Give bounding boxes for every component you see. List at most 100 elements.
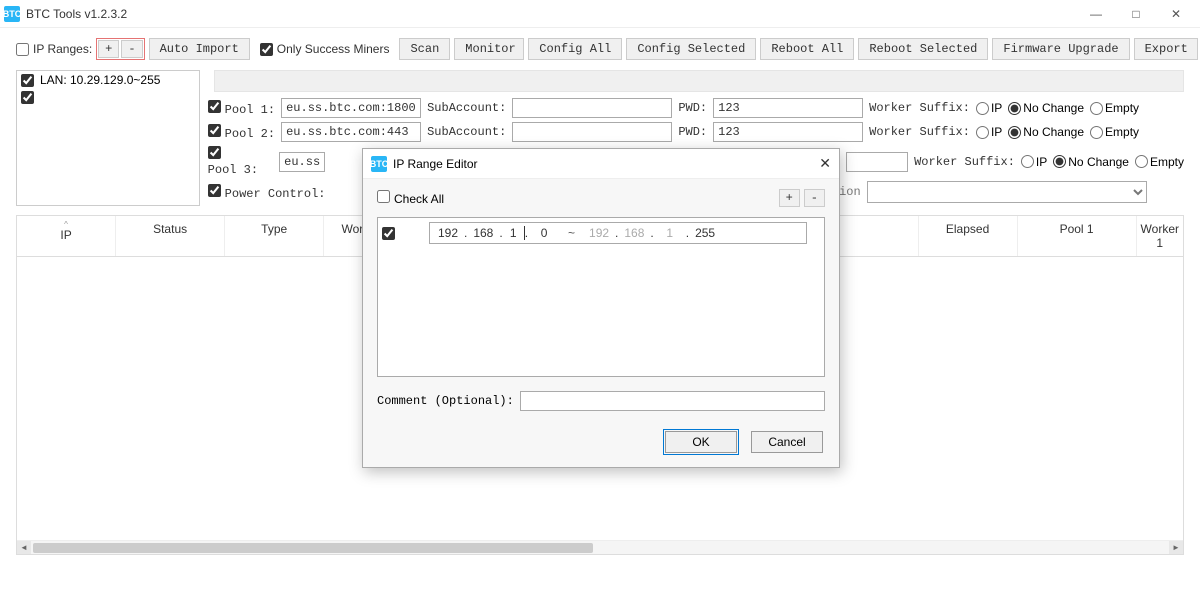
pool-row: Pool 2: SubAccount: PWD: Worker Suffix: … (208, 122, 1184, 142)
scroll-right-icon[interactable]: ► (1169, 541, 1183, 555)
range-entry-checkbox[interactable] (382, 227, 395, 240)
col-label: Type (261, 222, 287, 236)
ok-button[interactable]: OK (665, 431, 737, 453)
only-success-label: Only Success Miners (277, 42, 390, 56)
minimize-button[interactable]: — (1076, 0, 1116, 28)
horizontal-scrollbar[interactable]: ◄ ► (17, 540, 1183, 554)
status-bar (214, 70, 1184, 92)
dialog-titlebar: BTC IP Range Editor ✕ (363, 149, 839, 179)
auto-import-button[interactable]: Auto Import (149, 38, 250, 60)
col-label: Elapsed (946, 222, 989, 236)
col-worker1[interactable]: Worker 1 (1137, 216, 1183, 256)
radio-ip[interactable]: IP (976, 101, 1002, 115)
ip-from-oct-3[interactable] (503, 226, 525, 240)
pool1-checkbox[interactable]: Pool 1: (208, 100, 275, 117)
radio-label: No Change (1023, 101, 1084, 115)
reboot-all-button[interactable]: Reboot All (760, 38, 854, 60)
pool-label: Pool 3: (208, 163, 258, 177)
app-title: BTC Tools v1.2.3.2 (26, 7, 127, 21)
radio-no-change[interactable]: No Change (1008, 125, 1084, 139)
radio-no-change[interactable]: No Change (1008, 101, 1084, 115)
pool2-url-input[interactable] (281, 122, 421, 142)
pool3-checkbox[interactable]: Pool 3: (208, 146, 273, 177)
list-item-label: LAN: 10.29.129.0~255 (40, 73, 160, 87)
radio-label: Empty (1150, 155, 1184, 169)
ip-range-input[interactable]: . . . ~ . . . (429, 222, 807, 244)
maximize-button[interactable]: □ (1116, 0, 1156, 28)
pool1-url-input[interactable] (281, 98, 421, 118)
titlebar: BTC BTC Tools v1.2.3.2 — □ ✕ (0, 0, 1200, 28)
list-item-checkbox[interactable] (21, 74, 34, 87)
scan-button[interactable]: Scan (399, 38, 450, 60)
list-item-checkbox[interactable] (21, 91, 34, 104)
comment-input[interactable] (520, 391, 825, 411)
ip-ranges-checkbox[interactable]: IP Ranges: (16, 42, 92, 56)
col-label: Status (153, 222, 187, 236)
option-select[interactable] (867, 181, 1147, 203)
app-icon: BTC (371, 156, 387, 172)
col-label: Pool 1 (1060, 222, 1094, 236)
firmware-upgrade-button[interactable]: Firmware Upgrade (992, 38, 1129, 60)
ip-to-oct-2[interactable] (618, 226, 650, 240)
range-list: . . . ~ . . . (377, 217, 825, 377)
radio-empty[interactable]: Empty (1090, 125, 1139, 139)
ip-from-oct-4[interactable] (528, 226, 560, 240)
pool2-subaccount-input[interactable] (512, 122, 672, 142)
add-range-button[interactable]: + (98, 40, 119, 58)
close-button[interactable]: ✕ (1156, 0, 1196, 28)
scroll-left-icon[interactable]: ◄ (17, 541, 31, 555)
ip-range-add-remove-group: + - (96, 38, 144, 60)
pool3-pwd-input[interactable] (846, 152, 908, 172)
power-control-label: Power Control: (225, 187, 326, 201)
check-all-checkbox[interactable]: Check All (377, 190, 444, 206)
pool2-checkbox[interactable]: Pool 2: (208, 124, 275, 141)
ip-range-editor-dialog: BTC IP Range Editor ✕ Check All + - . . … (362, 148, 840, 468)
scroll-thumb[interactable] (33, 543, 593, 553)
subaccount-label: SubAccount: (427, 101, 506, 115)
pool-label: Pool 2: (225, 127, 275, 141)
radio-label: IP (991, 101, 1002, 115)
check-all-label: Check All (394, 192, 444, 206)
list-item[interactable]: LAN: 10.29.129.0~255 (17, 71, 199, 89)
col-ip[interactable]: ^ IP (17, 216, 116, 256)
dialog-close-icon[interactable]: ✕ (819, 155, 831, 172)
ip-to-oct-1[interactable] (583, 226, 615, 240)
remove-range-button[interactable]: - (121, 40, 142, 58)
pool1-pwd-input[interactable] (713, 98, 863, 118)
power-control-checkbox[interactable]: Power Control: (208, 184, 326, 201)
radio-ip[interactable]: IP (1021, 155, 1047, 169)
dialog-add-button[interactable]: + (779, 189, 800, 207)
config-all-button[interactable]: Config All (528, 38, 622, 60)
radio-label: IP (1036, 155, 1047, 169)
worker-suffix-label: Worker Suffix: (914, 155, 1015, 169)
pool1-subaccount-input[interactable] (512, 98, 672, 118)
dialog-remove-button[interactable]: - (804, 189, 825, 207)
monitor-button[interactable]: Monitor (454, 38, 524, 60)
col-label: Worker 1 (1141, 222, 1179, 250)
radio-label: Empty (1105, 101, 1139, 115)
radio-empty[interactable]: Empty (1135, 155, 1184, 169)
ip-to-oct-3[interactable] (654, 226, 686, 240)
list-item[interactable] (17, 89, 199, 106)
pool3-url-input[interactable] (279, 152, 325, 172)
pool2-pwd-input[interactable] (713, 122, 863, 142)
ip-range-list[interactable]: LAN: 10.29.129.0~255 (16, 70, 200, 206)
radio-no-change[interactable]: No Change (1053, 155, 1129, 169)
cancel-button[interactable]: Cancel (751, 431, 823, 453)
ip-to-oct-4[interactable] (689, 226, 721, 240)
config-selected-button[interactable]: Config Selected (626, 38, 756, 60)
ip-from-oct-1[interactable] (432, 226, 464, 240)
col-pool1[interactable]: Pool 1 (1018, 216, 1137, 256)
col-elapsed[interactable]: Elapsed (919, 216, 1018, 256)
dialog-title: IP Range Editor (393, 157, 478, 171)
radio-ip[interactable]: IP (976, 125, 1002, 139)
dialog-footer: OK Cancel (363, 421, 839, 467)
export-button[interactable]: Export (1134, 38, 1198, 60)
ip-from-oct-2[interactable] (467, 226, 499, 240)
radio-empty[interactable]: Empty (1090, 101, 1139, 115)
pool1-worker-suffix-radios: IP No Change Empty (976, 101, 1139, 115)
col-status[interactable]: Status (116, 216, 225, 256)
only-success-checkbox[interactable]: Only Success Miners (260, 42, 390, 56)
col-type[interactable]: Type (225, 216, 324, 256)
reboot-selected-button[interactable]: Reboot Selected (858, 38, 988, 60)
